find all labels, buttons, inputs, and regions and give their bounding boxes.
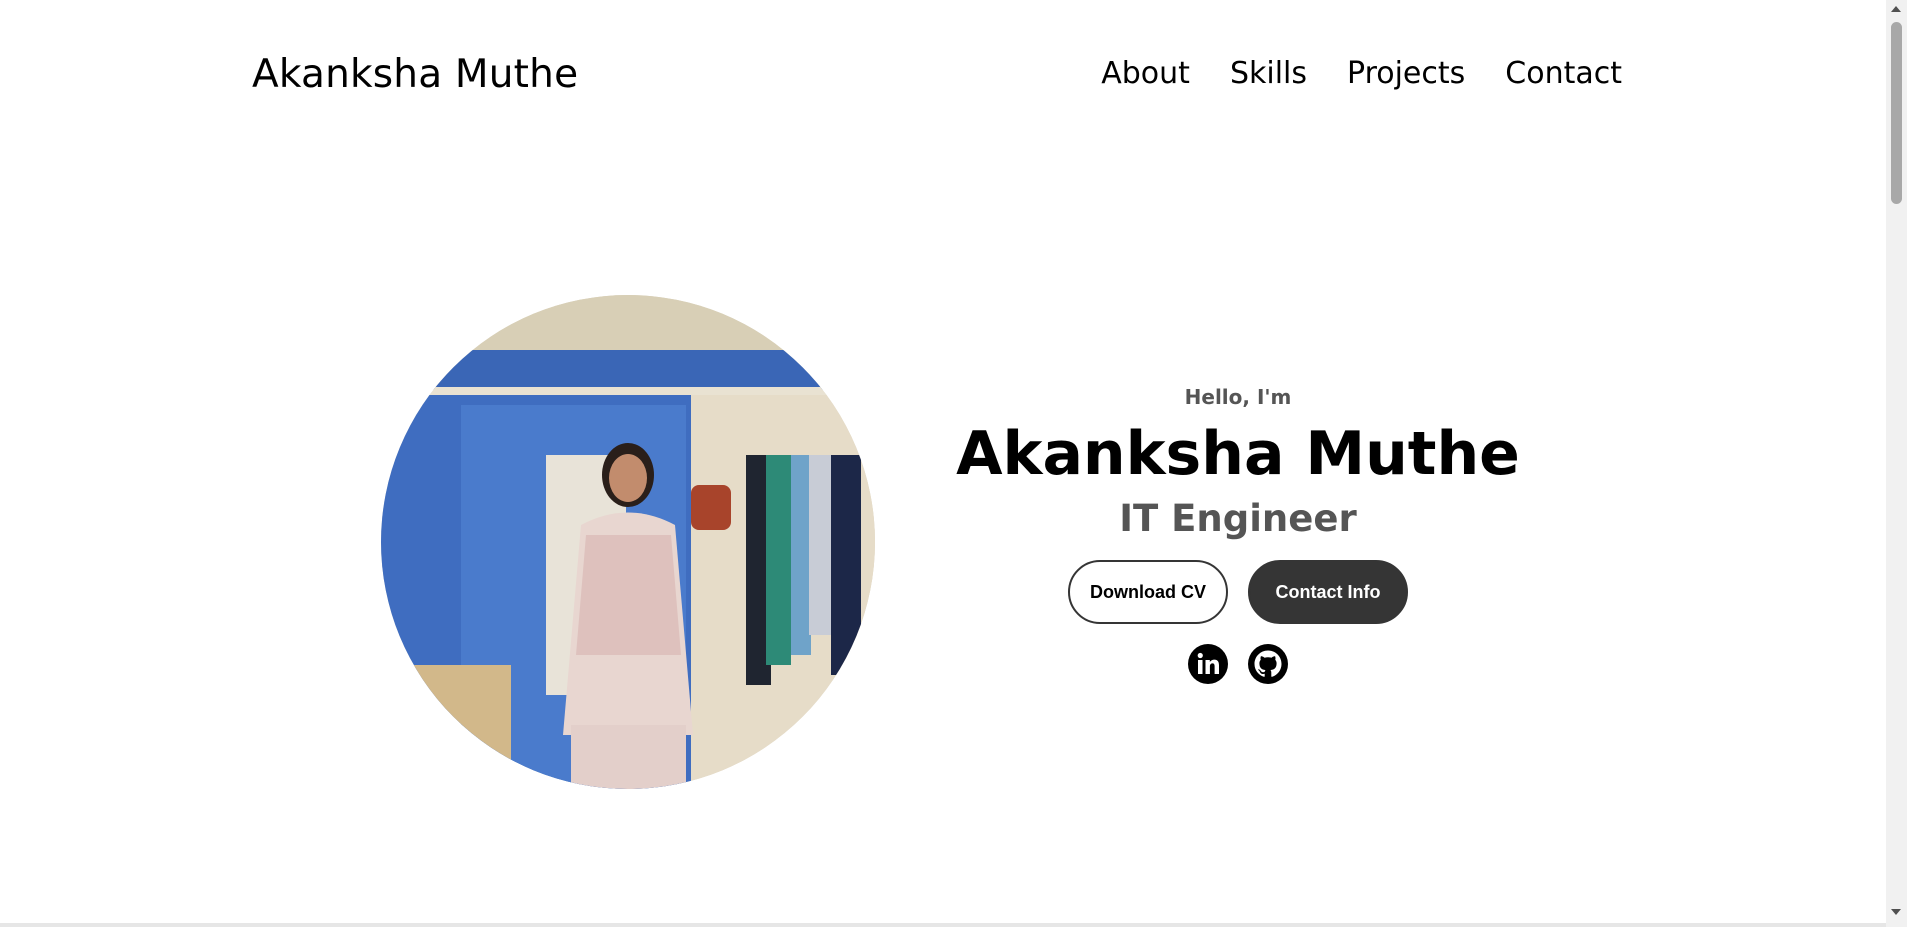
social-links xyxy=(938,644,1538,684)
top-nav: Akanksha Muthe About Skills Projects Con… xyxy=(0,0,1886,148)
hero-greeting: Hello, I'm xyxy=(1184,385,1292,409)
github-icon[interactable] xyxy=(1248,644,1288,684)
download-cv-button[interactable]: Download CV xyxy=(1068,560,1228,624)
vertical-scrollbar[interactable] xyxy=(1886,0,1907,927)
hero-name: Akanksha Muthe xyxy=(956,419,1520,489)
scroll-thumb[interactable] xyxy=(1891,22,1902,204)
nav-link-skills[interactable]: Skills xyxy=(1230,54,1307,94)
profile-picture xyxy=(381,295,875,789)
hero-role: IT Engineer xyxy=(1119,497,1357,540)
nav-link-contact[interactable]: Contact xyxy=(1505,54,1622,94)
page: Akanksha Muthe About Skills Projects Con… xyxy=(0,0,1907,927)
site-logo[interactable]: Akanksha Muthe xyxy=(252,50,578,100)
hero-section: Hello, I'm Akanksha Muthe IT Engineer Do… xyxy=(938,382,1538,684)
linkedin-icon[interactable] xyxy=(1188,644,1228,684)
contact-info-button[interactable]: Contact Info xyxy=(1248,560,1408,624)
nav-link-about[interactable]: About xyxy=(1101,54,1190,94)
scroll-down-icon[interactable] xyxy=(1891,909,1901,915)
nav-links: About Skills Projects Contact xyxy=(1101,54,1622,94)
hero-buttons: Download CV Contact Info xyxy=(938,560,1538,624)
scroll-up-icon[interactable] xyxy=(1891,6,1901,12)
horizontal-scrollbar[interactable] xyxy=(0,923,1886,927)
nav-link-projects[interactable]: Projects xyxy=(1347,54,1465,94)
